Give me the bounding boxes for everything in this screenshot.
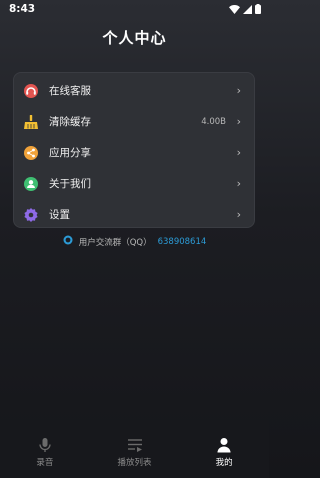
tab-record[interactable]: 录音 bbox=[0, 420, 90, 478]
share-icon bbox=[23, 145, 39, 161]
status-time: 8:43 bbox=[9, 3, 36, 15]
menu-item-label: 设置 bbox=[49, 209, 70, 221]
chevron-right-icon: › bbox=[236, 115, 241, 128]
chevron-right-icon: › bbox=[236, 177, 241, 190]
menu-item-online-support[interactable]: 在线客服 › bbox=[14, 75, 256, 106]
tab-label: 我的 bbox=[215, 457, 233, 468]
tab-playlist[interactable]: 播放列表 bbox=[90, 420, 180, 478]
gear-icon bbox=[23, 207, 39, 223]
status-icons bbox=[229, 4, 261, 14]
menu-item-label: 关于我们 bbox=[49, 178, 91, 190]
microphone-icon bbox=[38, 437, 52, 453]
menu-item-about-us[interactable]: 关于我们 › bbox=[14, 168, 256, 199]
menu-card: 在线客服 › 清除缓存 4.00B › 应用分享 › 关于我们 › 设置 › bbox=[13, 72, 255, 228]
tab-label: 播放列表 bbox=[117, 457, 152, 468]
broom-icon bbox=[23, 114, 39, 130]
battery-icon bbox=[255, 4, 261, 14]
page-title: 个人中心 bbox=[102, 29, 167, 47]
qq-group-row[interactable]: 用户交流群（QQ） 638908614 bbox=[0, 235, 269, 248]
tab-label: 录音 bbox=[36, 457, 54, 468]
qq-icon bbox=[63, 235, 73, 248]
person-icon bbox=[217, 437, 231, 453]
menu-item-settings[interactable]: 设置 › bbox=[14, 199, 256, 230]
bottom-tab-bar: 录音 播放列表 我的 bbox=[0, 420, 269, 478]
status-bar: 8:43 bbox=[0, 0, 269, 18]
menu-item-share-app[interactable]: 应用分享 › bbox=[14, 137, 256, 168]
menu-item-clear-cache[interactable]: 清除缓存 4.00B › bbox=[14, 106, 256, 137]
qq-group-label: 用户交流群（QQ） bbox=[78, 237, 152, 248]
user-circle-icon bbox=[23, 176, 39, 192]
qq-group-number[interactable]: 638908614 bbox=[158, 237, 207, 247]
wifi-icon bbox=[229, 4, 240, 14]
chevron-right-icon: › bbox=[236, 208, 241, 221]
playlist-icon bbox=[127, 437, 143, 453]
signal-icon bbox=[243, 4, 252, 14]
tab-mine[interactable]: 我的 bbox=[179, 420, 269, 478]
chevron-right-icon: › bbox=[236, 84, 241, 97]
menu-item-label: 应用分享 bbox=[49, 147, 91, 159]
menu-item-label: 清除缓存 bbox=[49, 116, 91, 128]
cache-size-value: 4.00B bbox=[201, 116, 226, 127]
headset-icon bbox=[23, 83, 39, 99]
menu-item-label: 在线客服 bbox=[49, 85, 91, 97]
chevron-right-icon: › bbox=[236, 146, 241, 159]
